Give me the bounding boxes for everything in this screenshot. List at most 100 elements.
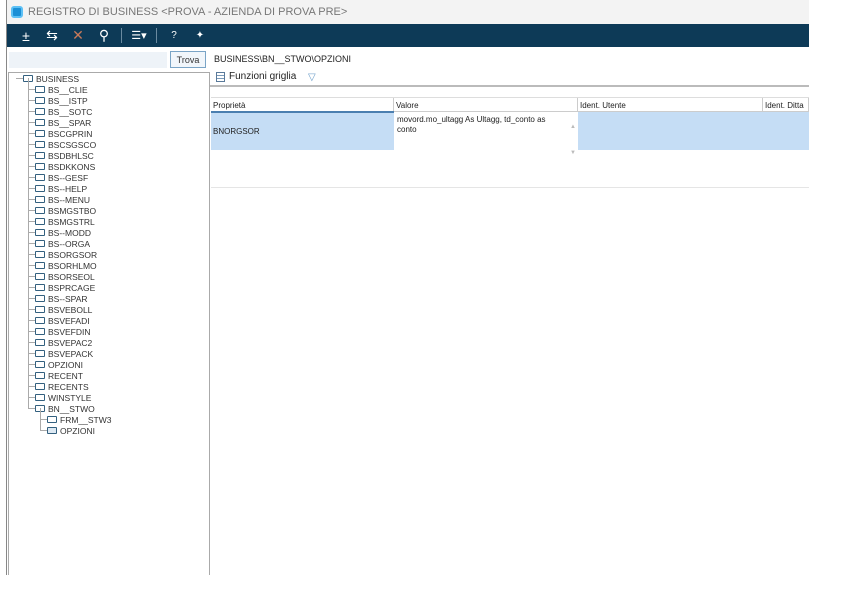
tree-node[interactable]: BSVEFDIN [35, 326, 91, 337]
tree-node[interactable]: BSORGSOR [35, 249, 97, 260]
tree-node[interactable]: FRM__STW3 [47, 414, 111, 425]
tree-node[interactable]: BS--GESF [35, 172, 88, 183]
tree-line [28, 122, 35, 123]
folder-icon [35, 328, 45, 335]
folder-icon [35, 295, 45, 302]
tree-node[interactable]: BSVEPAC2 [35, 337, 92, 348]
search-input[interactable] [9, 52, 167, 68]
sort-indicator [211, 98, 394, 113]
tree-node[interactable]: RECENT [35, 370, 83, 381]
tree-node-label: FRM__STW3 [60, 414, 112, 425]
tree-line [28, 221, 35, 222]
tree-node-label: OPZIONI [48, 359, 83, 370]
tree-node[interactable]: BS--MENU [35, 194, 90, 205]
tree-line [28, 89, 35, 90]
find-button[interactable]: Trova [170, 51, 206, 68]
tree-node-label: BSVEFADI [48, 315, 90, 326]
folder-icon [47, 427, 57, 434]
tree-node[interactable]: WINSTYLE [35, 392, 91, 403]
breadcrumb: BUSINESS\BN__STWO\OPZIONI [214, 54, 352, 64]
folder-icon [35, 273, 45, 280]
tree-node-label: BSVEBOLL [48, 304, 93, 315]
tree-line [28, 287, 35, 288]
tree-line [28, 397, 35, 398]
column-header-value[interactable]: Valore [394, 98, 578, 111]
filter-icon[interactable]: ▽ [308, 72, 316, 83]
assistant-icon[interactable]: ✦ [187, 26, 213, 46]
grid-functions-label: Funzioni griglia [229, 71, 297, 82]
tree-node[interactable]: BUSINESS [23, 73, 79, 84]
tree-node[interactable]: BSVEPACK [35, 348, 93, 359]
tree-node[interactable]: BS__CLIE [35, 84, 88, 95]
tree-node[interactable]: OPZIONI [35, 359, 83, 370]
column-header-user[interactable]: Ident. Utente [578, 98, 763, 111]
tree-node-label: WINSTYLE [48, 392, 92, 403]
tree-node-label: BSVEPAC2 [48, 337, 93, 348]
divider [211, 187, 809, 188]
tree-line [28, 133, 35, 134]
tree-line [40, 419, 47, 420]
folder-icon [35, 306, 45, 313]
tree-node[interactable]: BSORHLMO [35, 260, 97, 271]
tree-node-label: BSORHLMO [48, 260, 97, 271]
tree-node[interactable]: BS--HELP [35, 183, 87, 194]
delete-icon[interactable]: ✕ [65, 26, 91, 46]
tree-node[interactable]: BS--MODD [35, 227, 91, 238]
tree-node-label: BS__ISTP [48, 95, 88, 106]
tree-node[interactable]: BSVEFADI [35, 315, 90, 326]
tree-node[interactable]: BSORSEOL [35, 271, 95, 282]
tree-node[interactable]: BS--ORGA [35, 238, 90, 249]
tree-node[interactable]: OPZIONI [47, 425, 95, 436]
tree-node[interactable]: BSCSGSCO [35, 139, 96, 150]
grid-functions-button[interactable]: Funzioni griglia [216, 71, 296, 82]
tree-node[interactable]: BSVEBOLL [35, 304, 92, 315]
menu-icon[interactable]: ☰▾ [126, 26, 152, 46]
tree-node[interactable]: RECENTS [35, 381, 89, 392]
tree-node[interactable]: BSDKKONS [35, 161, 95, 172]
tree-node-label: BSVEFDIN [48, 326, 91, 337]
folder-icon [35, 317, 45, 324]
tree-node[interactable]: BSPRCAGE [35, 282, 95, 293]
tree-line [28, 408, 35, 409]
cell-property[interactable]: BNORGSOR [211, 112, 394, 150]
tree-node[interactable]: BS__SOTC [35, 106, 92, 117]
folder-icon [35, 394, 45, 401]
column-header-company[interactable]: Ident. Ditta [763, 98, 809, 111]
tree-line [28, 353, 35, 354]
table-row[interactable]: BNORGSOR movord.mo_ultagg As Ultagg, td_… [211, 112, 809, 156]
cell-user[interactable] [578, 112, 763, 150]
right-panel: BUSINESS\BN__STWO\OPZIONI Funzioni grigl… [210, 47, 809, 575]
tree-node-label: BSDKKONS [48, 161, 96, 172]
scrollbar[interactable]: ▲ ▼ [570, 114, 576, 166]
cell-value-text[interactable]: movord.mo_ultagg As Ultagg, td_conto as … [397, 115, 557, 135]
tree-node-label: BSMGSTBO [48, 205, 97, 216]
grid-header: Proprietà Valore Ident. Utente Ident. Di… [211, 97, 809, 113]
tree-node[interactable]: BS__ISTP [35, 95, 88, 106]
tree-node-label: BSORSEOL [48, 271, 95, 282]
add-icon[interactable]: ± [13, 26, 39, 46]
help-icon[interactable]: ? [161, 26, 187, 46]
tree-node[interactable]: BSMGSTRL [35, 216, 95, 227]
tree-node[interactable]: BSCGPRIN [35, 128, 92, 139]
tree-node[interactable]: BS--SPAR [35, 293, 88, 304]
tree-node-label: BS__CLIE [48, 84, 88, 95]
folder-icon [35, 383, 45, 390]
tree-node[interactable]: BSMGSTBO [35, 205, 96, 216]
folder-icon [35, 339, 45, 346]
separator [156, 28, 157, 43]
cell-value[interactable]: movord.mo_ultagg As Ultagg, td_conto as … [394, 112, 578, 156]
tree-line [28, 188, 35, 189]
search-icon[interactable]: ⚲ [91, 26, 117, 46]
tree-view[interactable]: BUSINESS BS__CLIE BS__ISTP BS__SOTC BS__SPAR… [8, 72, 210, 575]
tree-node[interactable]: BN__STWO [35, 403, 95, 414]
tree-line [28, 155, 35, 156]
separator [121, 28, 122, 43]
folder-icon [35, 229, 45, 236]
tree-node[interactable]: BS__SPAR [35, 117, 91, 128]
undo-icon[interactable]: ⇆ [39, 26, 65, 46]
tree-node-label: BS__SOTC [48, 106, 93, 117]
tree-node-label: BS--MODD [48, 227, 91, 238]
tree-node[interactable]: BSDBHLSC [35, 150, 94, 161]
tree-node-label: RECENTS [48, 381, 89, 392]
cell-company[interactable] [763, 112, 809, 150]
